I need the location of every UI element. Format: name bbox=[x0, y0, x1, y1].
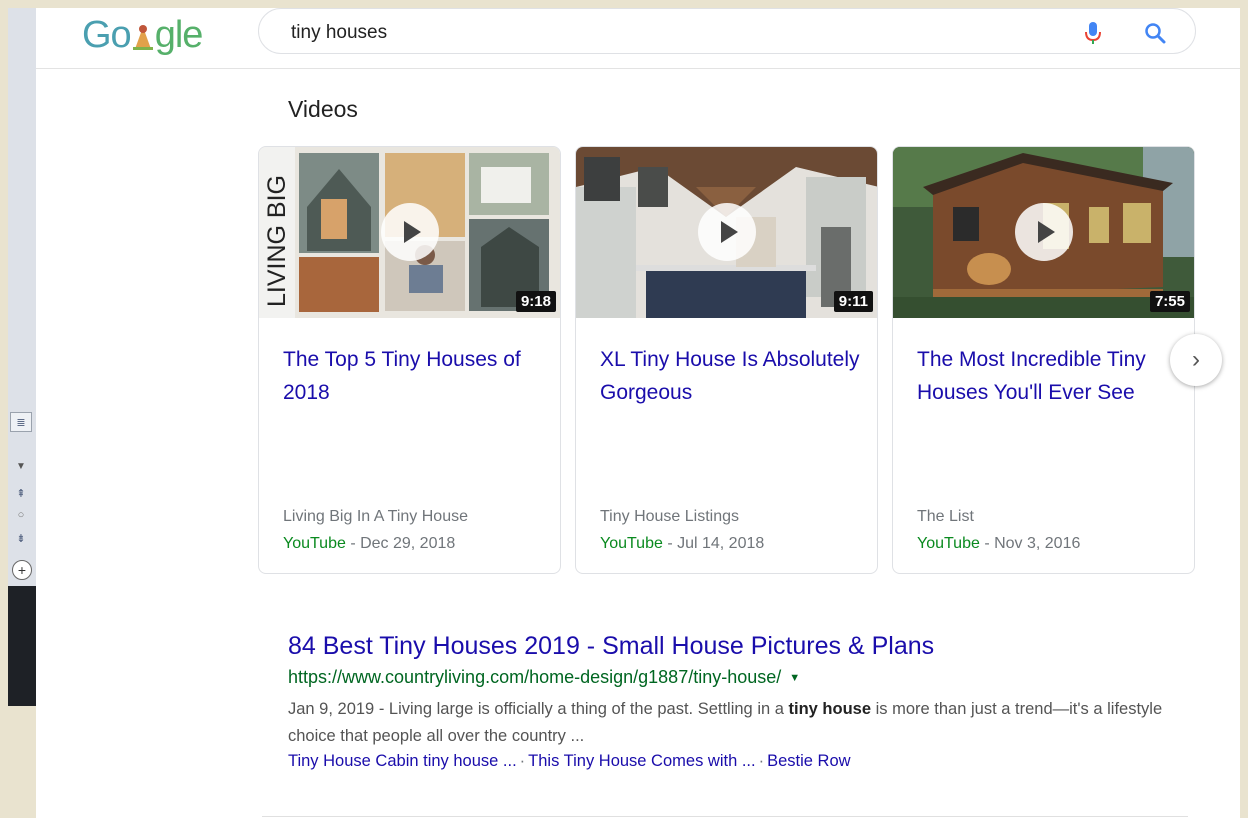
search-header: Go gle bbox=[36, 8, 1240, 69]
result-snippet: Jan 9, 2019 - Living large is officially… bbox=[288, 696, 1188, 750]
video-date: - Jul 14, 2018 bbox=[662, 535, 765, 552]
video-card[interactable]: 9:11 XL Tiny House Is Absolutely Gorgeou… bbox=[575, 146, 878, 574]
play-icon[interactable] bbox=[698, 203, 756, 261]
search-result: 84 Best Tiny Houses 2019 - Small House P… bbox=[288, 632, 1188, 771]
video-channel: Tiny House Listings bbox=[600, 508, 740, 525]
video-title[interactable]: The Top 5 Tiny Houses of 2018 bbox=[283, 343, 543, 409]
video-meta: YouTube - Nov 3, 2016 bbox=[917, 535, 1080, 553]
doodle-figure-icon bbox=[131, 18, 155, 50]
result-url: https://www.countryliving.com/home-desig… bbox=[288, 667, 1188, 688]
separator: · bbox=[519, 752, 526, 770]
video-title[interactable]: XL Tiny House Is Absolutely Gorgeous bbox=[600, 343, 860, 409]
scroll-up-icon[interactable]: ⇞ bbox=[10, 483, 32, 503]
video-thumbnail[interactable]: LIVING BIG 9:18 bbox=[259, 147, 560, 318]
triangle-down-icon[interactable]: ▼ bbox=[10, 456, 32, 476]
chevron-right-icon: › bbox=[1192, 346, 1200, 373]
result-url-text: https://www.countryliving.com/home-desig… bbox=[288, 667, 782, 687]
sitelink[interactable]: Bestie Row bbox=[767, 752, 850, 770]
video-card[interactable]: 7:55 The Most Incredible Tiny Houses You… bbox=[892, 146, 1195, 574]
video-thumbnail[interactable]: 9:11 bbox=[576, 147, 877, 318]
play-icon[interactable] bbox=[381, 203, 439, 261]
dropdown-caret-icon[interactable]: ▼ bbox=[789, 672, 800, 684]
snippet-text-pre: - Living large is officially a thing of … bbox=[374, 700, 789, 718]
videos-heading: Videos bbox=[288, 96, 358, 122]
video-card[interactable]: LIVING BIG 9:18 The Top 5 Tiny Houses of… bbox=[258, 146, 561, 574]
video-source: YouTube bbox=[917, 535, 980, 552]
google-doodle-logo[interactable]: Go gle bbox=[82, 14, 203, 57]
result-sitelinks: Tiny House Cabin tiny house ... · This Tin… bbox=[288, 752, 1188, 771]
editor-dark-panel bbox=[8, 586, 36, 706]
scroll-down-icon[interactable]: ⇟ bbox=[10, 528, 32, 548]
circle-icon[interactable]: ○ bbox=[10, 505, 32, 525]
carousel-next-button[interactable]: › bbox=[1170, 334, 1222, 386]
video-title[interactable]: The Most Incredible Tiny Houses You'll E… bbox=[917, 343, 1177, 409]
result-title-link[interactable]: 84 Best Tiny Houses 2019 - Small House P… bbox=[288, 632, 1188, 661]
search-input[interactable] bbox=[289, 19, 1053, 47]
search-icon[interactable] bbox=[1143, 21, 1167, 45]
add-icon[interactable]: + bbox=[12, 560, 32, 580]
play-icon[interactable] bbox=[1015, 203, 1073, 261]
browser-page: Gogle Videos LIVING BIG bbox=[36, 8, 1240, 818]
video-duration: 9:11 bbox=[833, 291, 873, 312]
video-channel: Living Big In A Tiny House bbox=[283, 508, 468, 525]
video-meta: YouTube - Dec 29, 2018 bbox=[283, 535, 455, 553]
thumb-brand-text: LIVING BIG bbox=[263, 175, 291, 307]
sitelink[interactable]: Tiny House Cabin tiny house ... bbox=[288, 752, 517, 770]
snippet-highlight: tiny house bbox=[788, 700, 872, 718]
video-duration: 7:55 bbox=[1149, 291, 1190, 312]
list-icon[interactable]: ≣ bbox=[10, 412, 32, 432]
video-duration: 9:18 bbox=[515, 291, 556, 312]
video-date: - Nov 3, 2016 bbox=[979, 535, 1081, 552]
video-channel: The List bbox=[917, 508, 974, 525]
divider bbox=[262, 816, 1188, 817]
sitelink[interactable]: This Tiny House Comes with ... bbox=[528, 752, 755, 770]
snippet-date: Jan 9, 2019 bbox=[288, 700, 375, 718]
mic-icon[interactable] bbox=[1085, 21, 1101, 45]
video-date: - Dec 29, 2018 bbox=[345, 535, 456, 552]
search-box[interactable] bbox=[258, 8, 1196, 54]
video-thumbnail[interactable]: 7:55 bbox=[893, 147, 1194, 318]
separator: · bbox=[758, 752, 765, 770]
video-source: YouTube bbox=[283, 535, 346, 552]
video-meta: YouTube - Jul 14, 2018 bbox=[600, 535, 764, 553]
video-source: YouTube bbox=[600, 535, 663, 552]
